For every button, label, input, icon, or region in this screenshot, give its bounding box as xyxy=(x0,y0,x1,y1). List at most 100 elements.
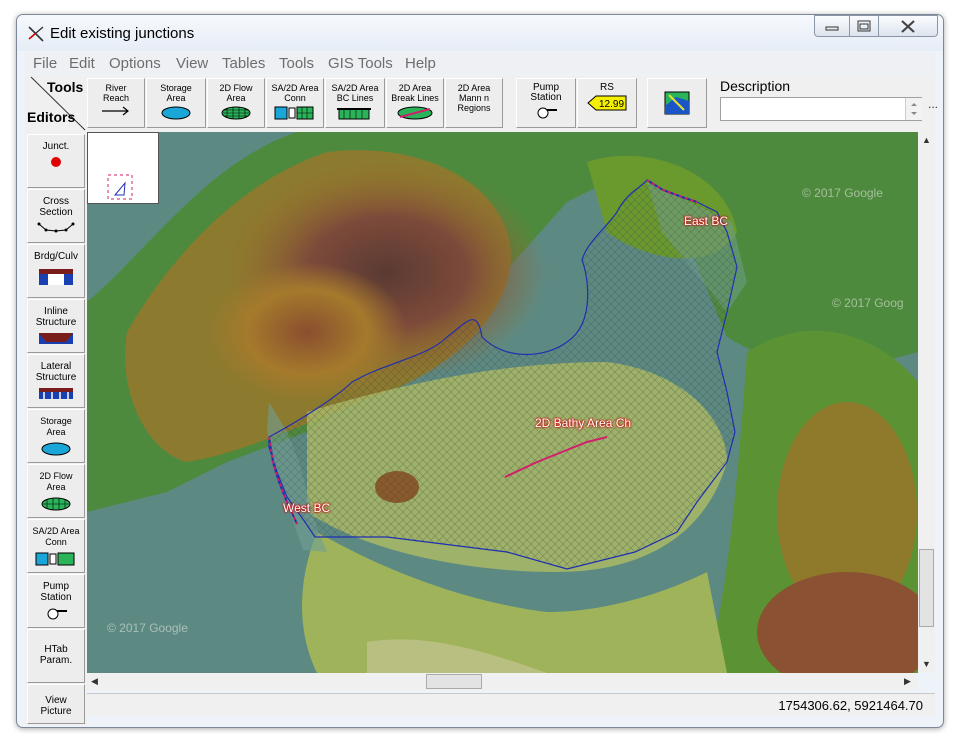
junction-label: Junct. xyxy=(42,141,70,152)
description-input[interactable] xyxy=(720,97,922,121)
rs-label: RS xyxy=(600,82,614,93)
inline-structure-editor-button[interactable]: Inline Structure xyxy=(27,299,85,353)
description-spinner[interactable] xyxy=(905,98,922,120)
break-lines-label-2: Break Lines xyxy=(391,93,439,103)
sa-2d-conn-label-2: Conn xyxy=(284,93,306,103)
storage-area-editor-button[interactable]: Storage Area xyxy=(27,409,85,463)
app-window: Edit existing junctions File Edit Option… xyxy=(16,14,944,728)
menu-edit[interactable]: Edit xyxy=(69,55,95,72)
horizontal-scroll-thumb[interactable] xyxy=(426,674,482,689)
2d-area-mann-n-regions-button[interactable]: 2D Area Mann n Regions xyxy=(445,78,503,128)
pump-station-label-2: Station xyxy=(530,92,562,103)
sa-2d-connection-icon xyxy=(274,106,314,120)
arrow-right-icon xyxy=(102,106,129,116)
storage-area-side-icon xyxy=(41,442,71,456)
break-lines-label-1: 2D Area xyxy=(398,83,432,93)
horizontal-scrollbar[interactable]: ◀ ▶ xyxy=(87,673,918,690)
sa-2d-area-conn-button[interactable]: SA/2D Area Conn xyxy=(266,78,324,128)
scroll-up-icon[interactable]: ▲ xyxy=(922,135,931,145)
cross-section-label-2: Section xyxy=(39,207,73,218)
sa-2d-conn-side-label-1: SA/2D Area xyxy=(32,526,80,536)
scroll-right-icon[interactable]: ▶ xyxy=(904,676,911,687)
pump-side-label-2: Station xyxy=(40,592,72,603)
htab-param-editor-button[interactable]: HTab Param. xyxy=(27,629,85,683)
storage-area-button[interactable]: Storage Area xyxy=(146,78,206,128)
rs-button[interactable]: RS 12.99 xyxy=(577,78,637,128)
lateral-structure-label-1: Lateral xyxy=(40,361,72,372)
cross-section-icon xyxy=(37,222,75,233)
menu-help[interactable]: Help xyxy=(405,55,436,72)
bridge-icon xyxy=(39,269,73,285)
2d-flow-side-label-2: Area xyxy=(46,482,66,492)
map-canvas[interactable]: © 2017 Google © 2017 Goog © 2017 Google … xyxy=(87,132,918,673)
menu-view[interactable]: View xyxy=(176,55,208,72)
pump-station-button[interactable]: Pump Station xyxy=(516,78,576,128)
storage-area-icon xyxy=(161,106,191,120)
river-reach-button[interactable]: River Reach xyxy=(87,78,145,128)
scroll-down-icon[interactable]: ▼ xyxy=(922,659,931,669)
htab-label-2: Param. xyxy=(39,655,73,666)
river-reach-label-2: Reach xyxy=(102,93,129,103)
sa-2d-area-bc-lines-button[interactable]: SA/2D Area BC Lines xyxy=(325,78,385,128)
editors-label: Editors xyxy=(27,109,76,125)
2d-flow-area-label-2: Area xyxy=(226,93,246,103)
2d-flow-area-button[interactable]: 2D Flow Area xyxy=(207,78,265,128)
overview-extent-icon xyxy=(107,174,133,200)
restore-icon xyxy=(857,20,871,32)
vertical-scrollbar[interactable]: ▲ ▼ xyxy=(918,132,935,673)
east-bc-label: East BC xyxy=(684,214,729,228)
close-button[interactable] xyxy=(878,15,938,37)
tools-label: Tools xyxy=(47,79,84,95)
west-bc-label: West BC xyxy=(283,501,331,515)
map-watermark-3: © 2017 Google xyxy=(107,621,188,635)
menu-tables[interactable]: Tables xyxy=(222,55,265,72)
close-icon xyxy=(901,20,915,33)
coordinates-readout: 1754306.62, 5921464.70 xyxy=(778,698,923,713)
htab-label-1: HTab xyxy=(44,644,68,655)
rs-tag-value: 12.99 xyxy=(599,99,624,110)
terrain-map: © 2017 Google © 2017 Goog © 2017 Google xyxy=(87,132,918,673)
2d-mesh-icon xyxy=(221,106,251,120)
mann-n-label-2: Mann n xyxy=(458,93,490,103)
scroll-left-icon[interactable]: ◀ xyxy=(91,676,98,687)
menu-tools[interactable]: Tools xyxy=(279,55,314,72)
rs-tag-icon: 12.99 xyxy=(587,95,627,111)
maximize-button[interactable] xyxy=(849,15,879,37)
menu-file[interactable]: File xyxy=(33,55,57,72)
break-lines-icon xyxy=(397,106,433,120)
2d-flow-area-label-1: 2D Flow xyxy=(219,83,253,93)
pump-station-editor-button[interactable]: Pump Station xyxy=(27,574,85,628)
vertical-scroll-thumb[interactable] xyxy=(919,549,934,627)
map-layers-icon xyxy=(664,91,690,115)
overview-map[interactable] xyxy=(87,132,159,204)
sa-2d-conn-editor-button[interactable]: SA/2D Area Conn xyxy=(27,519,85,573)
bathy-channel-label: 2D Bathy Area Ch xyxy=(535,416,632,430)
map-watermark-2: © 2017 Goog xyxy=(832,296,904,310)
storage-area-side-label-2: Area xyxy=(46,427,66,437)
pump-icon xyxy=(537,107,557,119)
description-more-button[interactable]: ... xyxy=(928,97,938,121)
lateral-structure-label-2: Structure xyxy=(35,372,77,383)
status-bar: 1754306.62, 5921464.70 xyxy=(87,693,935,716)
red-dot-icon xyxy=(51,157,61,167)
map-layers-button[interactable] xyxy=(647,78,707,128)
menu-options[interactable]: Options xyxy=(109,55,161,72)
view-picture-button[interactable]: View Picture xyxy=(27,684,85,724)
mann-n-label-3: Regions xyxy=(457,103,491,113)
bridge-culvert-editor-button[interactable]: Brdg/Culv xyxy=(27,244,85,298)
2d-flow-area-editor-button[interactable]: 2D Flow Area xyxy=(27,464,85,518)
description-label: Description xyxy=(720,78,791,94)
window-title: Edit existing junctions xyxy=(50,25,195,42)
menu-gis-tools[interactable]: GIS Tools xyxy=(328,55,393,72)
cross-section-editor-button[interactable]: Cross Section xyxy=(27,189,85,243)
inline-structure-label-1: Inline xyxy=(44,306,68,317)
lateral-structure-editor-button[interactable]: Lateral Structure xyxy=(27,354,85,408)
minimize-button[interactable] xyxy=(814,15,850,37)
tools-editors-corner: Tools Editors xyxy=(25,75,87,132)
sa-2d-conn-side-label-2: Conn xyxy=(45,537,67,547)
river-reach-label-1: River xyxy=(105,83,127,93)
hecras-app-icon xyxy=(28,26,44,42)
2d-area-break-lines-button[interactable]: 2D Area Break Lines xyxy=(386,78,444,128)
storage-area-label-2: Area xyxy=(166,93,186,103)
junction-editor-button[interactable]: Junct. xyxy=(27,134,85,188)
